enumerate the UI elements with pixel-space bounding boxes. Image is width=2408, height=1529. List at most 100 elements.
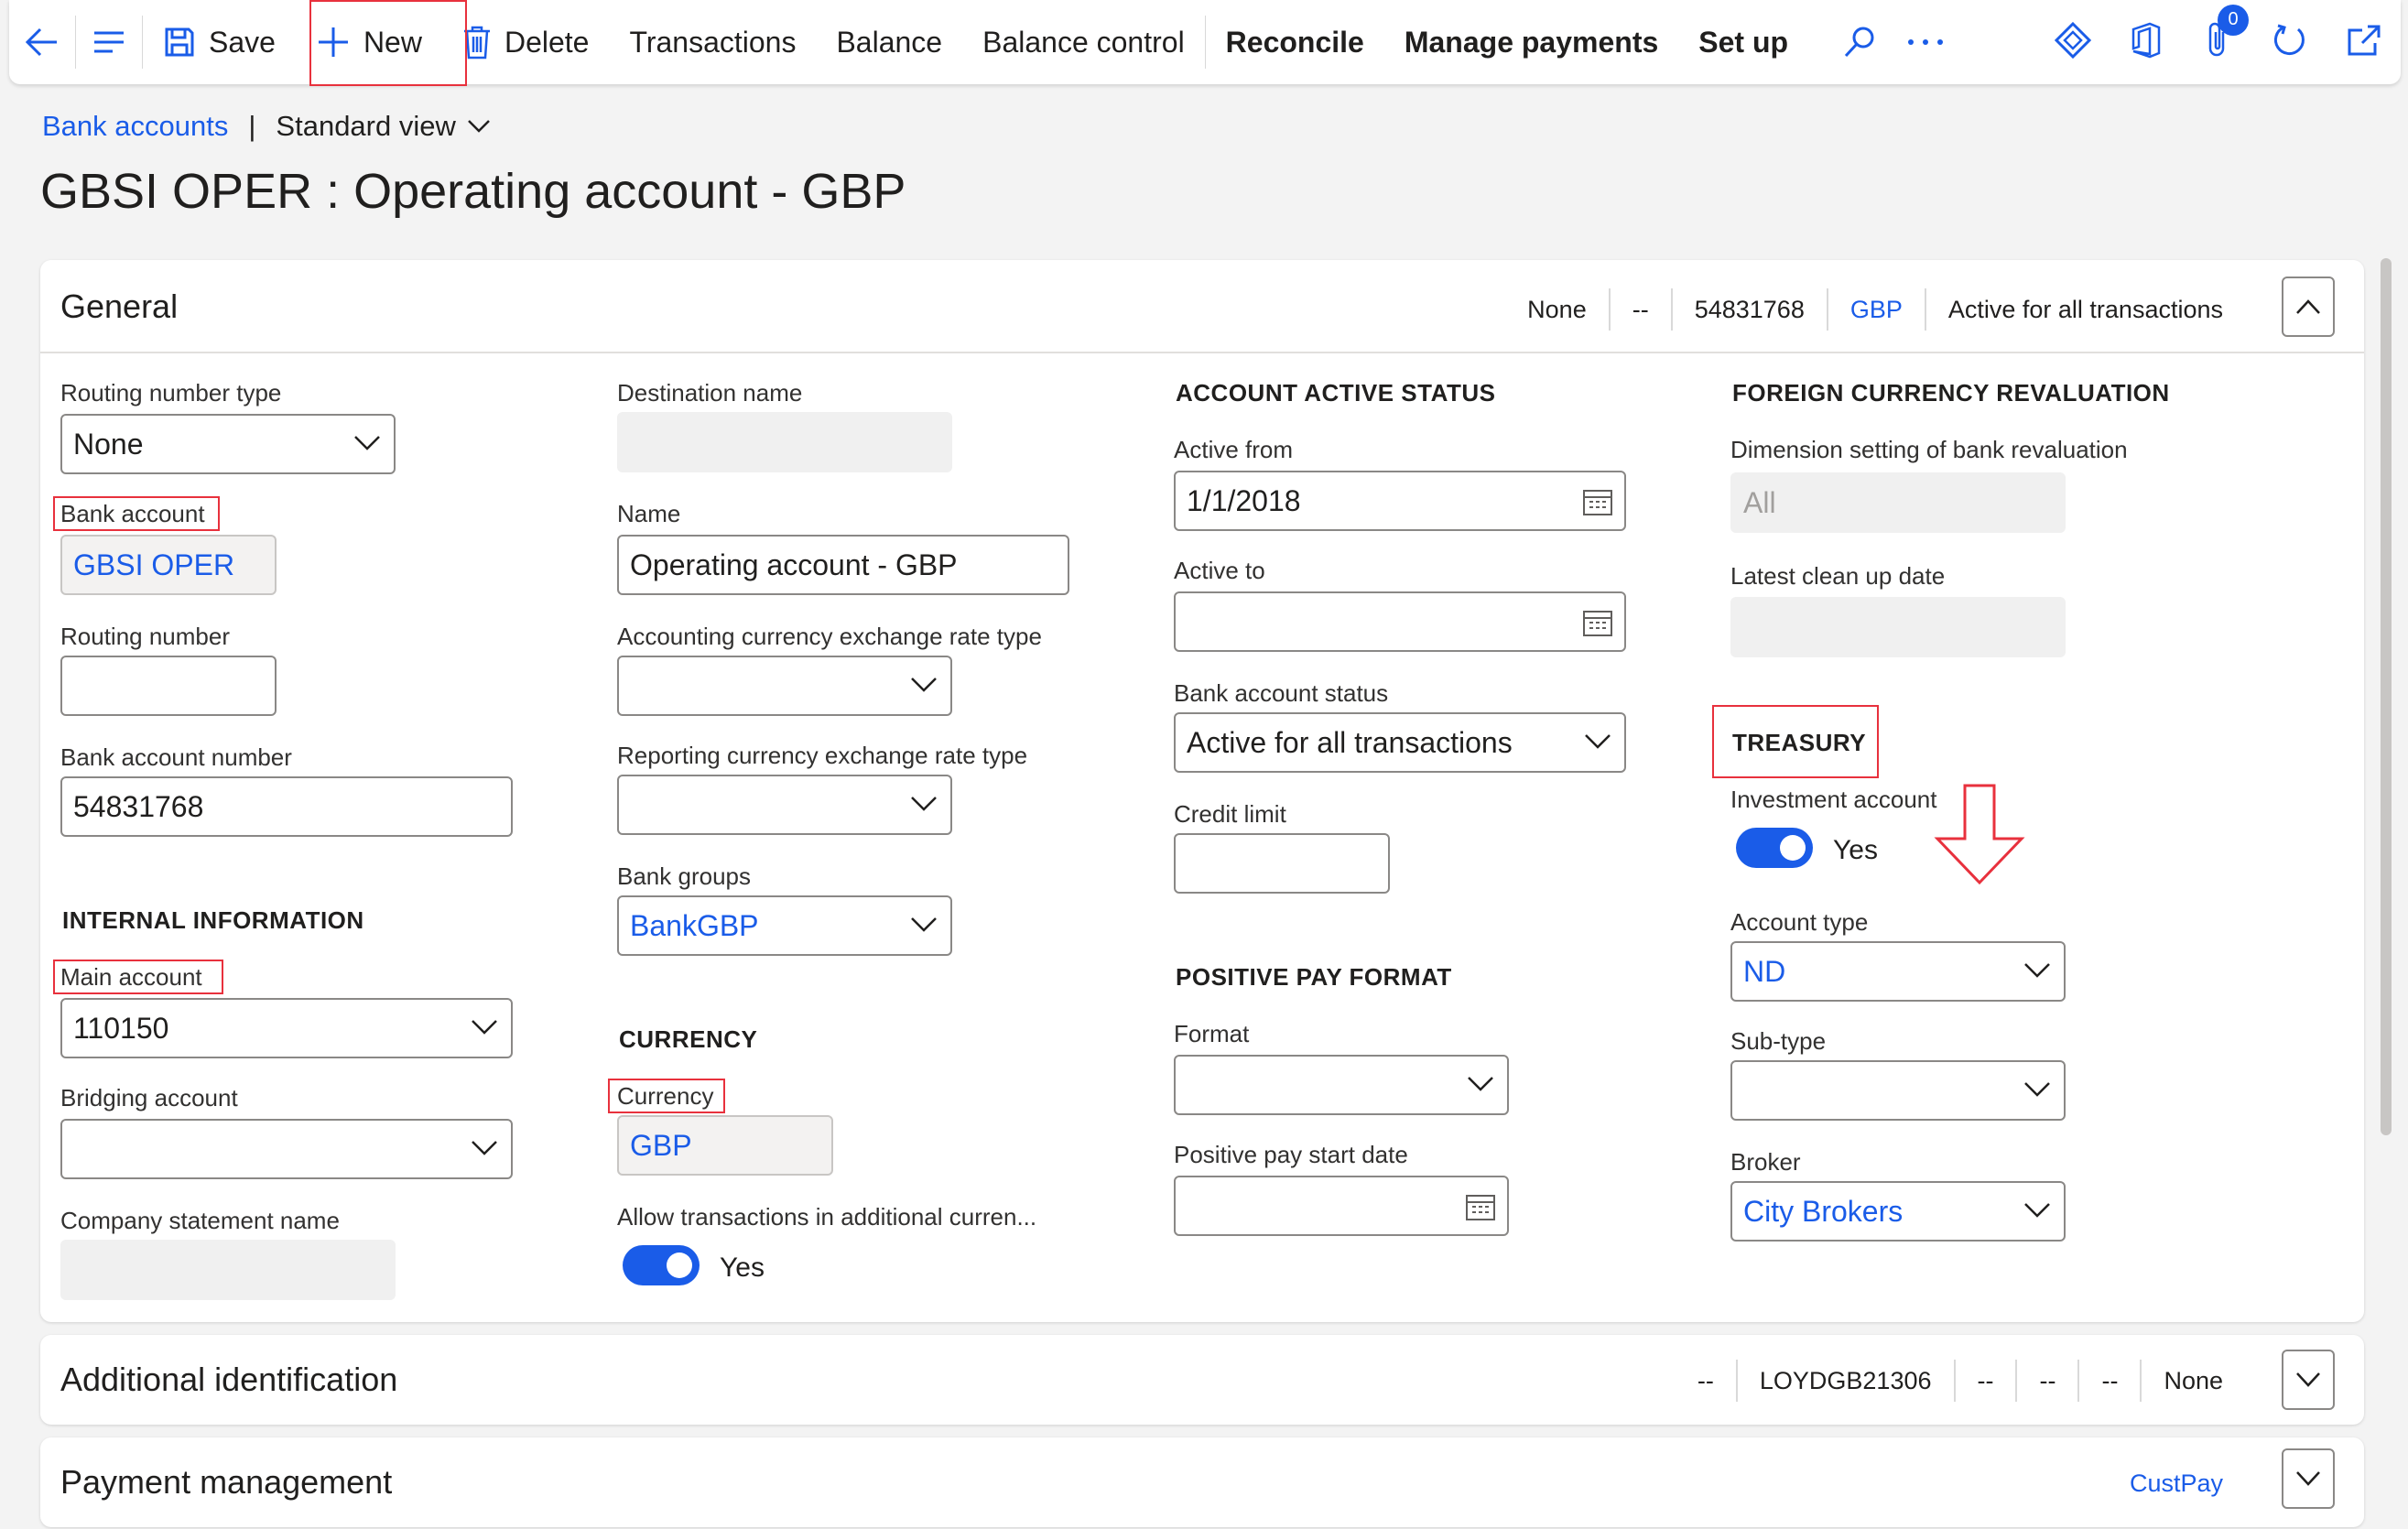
dimension-setting-field: All: [1730, 472, 2066, 533]
calendar-icon[interactable]: [1582, 487, 1613, 516]
vertical-scrollbar[interactable]: [2381, 258, 2392, 1135]
expand-additional-identification-button[interactable]: [2282, 1350, 2335, 1410]
account-type-value: ND: [1743, 954, 1786, 988]
summary-account-number: 54831768: [1694, 295, 1805, 323]
transactions-button[interactable]: Transactions: [609, 0, 816, 84]
balance-button[interactable]: Balance: [816, 0, 962, 84]
attachments-count-badge: 0: [2218, 4, 2249, 36]
main-account-value: 110150: [73, 1011, 169, 1045]
currency-header: CURRENCY: [619, 1025, 758, 1053]
reporting-rate-type-select[interactable]: [617, 775, 952, 835]
sub-type-label: Sub-type: [1730, 1027, 1827, 1055]
bank-account-status-select[interactable]: Active for all transactions: [1174, 712, 1626, 773]
format-label: Format: [1174, 1020, 1250, 1047]
bank-account-label-highlight: [53, 496, 220, 531]
investment-account-toggle[interactable]: [1736, 828, 1813, 868]
credit-limit-input[interactable]: [1174, 833, 1390, 894]
view-selector[interactable]: Standard view: [276, 110, 455, 143]
attachments-icon[interactable]: 0: [2201, 4, 2249, 64]
summary-swift: LOYDGB21306: [1759, 1366, 1932, 1394]
allow-additional-currencies-label: Allow transactions in additional curren.…: [617, 1203, 1037, 1231]
allow-additional-currencies-toggle[interactable]: [623, 1245, 700, 1285]
reconcile-tab[interactable]: Reconcile: [1206, 0, 1384, 84]
bank-account-number-input[interactable]: 54831768: [60, 776, 513, 837]
payment-management-summary: CustPay: [2108, 1454, 2245, 1513]
general-summary: None -- 54831768 GBP Active for all tran…: [1505, 280, 2245, 339]
chevron-down-icon: [911, 678, 937, 692]
down-arrow-annotation-icon: [1934, 784, 2025, 885]
calendar-icon[interactable]: [1465, 1192, 1496, 1221]
destination-name-label: Destination name: [617, 379, 803, 407]
chevron-down-icon: [472, 1020, 497, 1035]
treasury-header: TREASURY: [1732, 729, 1867, 756]
routing-number-input[interactable]: [60, 656, 277, 716]
open-in-new-window-icon[interactable]: [2346, 23, 2382, 62]
bank-account-status-label: Bank account status: [1174, 679, 1389, 707]
routing-number-type-select[interactable]: None: [60, 414, 396, 474]
active-from-input[interactable]: 1/1/2018: [1174, 471, 1626, 531]
additional-identification-header[interactable]: Additional identification: [60, 1361, 397, 1399]
active-to-input[interactable]: [1174, 591, 1626, 652]
chevron-down-icon: [2024, 1082, 2050, 1097]
refresh-icon[interactable]: [2271, 22, 2307, 63]
bank-account-status-value: Active for all transactions: [1187, 725, 1513, 759]
general-header[interactable]: General: [60, 287, 178, 326]
power-apps-icon[interactable]: [2054, 21, 2092, 63]
breadcrumb: Bank accounts | Standard view: [42, 110, 491, 143]
bank-account-field[interactable]: GBSI OPER: [60, 535, 277, 595]
back-icon[interactable]: [9, 0, 75, 84]
set-up-tab[interactable]: Set up: [1678, 0, 1808, 84]
additional-identification-fasttab: Additional identification -- LOYDGB21306…: [40, 1335, 2364, 1425]
account-type-label: Account type: [1730, 908, 1869, 936]
payment-management-fasttab: Payment management CustPay: [40, 1437, 2364, 1527]
account-active-status-header: ACCOUNT ACTIVE STATUS: [1176, 379, 1496, 407]
chevron-down-icon: [911, 917, 937, 932]
credit-limit-label: Credit limit: [1174, 800, 1286, 828]
manage-payments-tab[interactable]: Manage payments: [1384, 0, 1678, 84]
breadcrumb-separator: |: [248, 110, 256, 142]
payment-management-header[interactable]: Payment management: [60, 1463, 392, 1502]
calendar-icon[interactable]: [1582, 608, 1613, 637]
broker-label: Broker: [1730, 1148, 1801, 1176]
allow-additional-currencies-value: Yes: [720, 1252, 765, 1283]
search-icon[interactable]: [1827, 0, 1893, 84]
bridging-account-select[interactable]: [60, 1119, 513, 1179]
balance-control-button[interactable]: Balance control: [962, 0, 1205, 84]
divider: [40, 352, 2364, 353]
accounting-rate-type-select[interactable]: [617, 656, 952, 716]
positive-pay-format-header: POSITIVE PAY FORMAT: [1176, 963, 1452, 991]
latest-clean-up-date-label: Latest clean up date: [1730, 562, 1946, 590]
format-select[interactable]: [1174, 1055, 1509, 1115]
chevron-down-icon: [911, 797, 937, 811]
broker-select[interactable]: City Brokers: [1730, 1181, 2066, 1242]
summary-custpay-link[interactable]: CustPay: [2108, 1469, 2245, 1498]
positive-pay-start-date-input[interactable]: [1174, 1176, 1509, 1236]
menu-icon[interactable]: [76, 0, 142, 84]
latest-clean-up-date-field: [1730, 597, 2066, 657]
main-account-select[interactable]: 110150: [60, 998, 513, 1058]
bridging-account-label: Bridging account: [60, 1084, 238, 1112]
breadcrumb-bank-accounts-link[interactable]: Bank accounts: [42, 110, 228, 143]
save-button[interactable]: Save: [143, 0, 296, 84]
currency-field[interactable]: GBP: [617, 1115, 833, 1176]
summary-routing: None: [1527, 295, 1587, 323]
broker-value: City Brokers: [1743, 1194, 1904, 1228]
expand-payment-management-button[interactable]: [2282, 1448, 2335, 1509]
delete-button[interactable]: Delete: [442, 0, 610, 84]
name-input[interactable]: Operating account - GBP: [617, 535, 1069, 595]
more-options-icon[interactable]: [1893, 0, 1958, 84]
page-title: GBSI OPER : Operating account - GBP: [40, 164, 906, 219]
sub-type-select[interactable]: [1730, 1060, 2066, 1121]
account-type-select[interactable]: ND: [1730, 941, 2066, 1002]
positive-pay-start-date-label: Positive pay start date: [1174, 1141, 1408, 1168]
save-label: Save: [209, 25, 276, 59]
collapse-general-button[interactable]: [2282, 277, 2335, 337]
office-icon[interactable]: [2130, 22, 2163, 63]
active-from-label: Active from: [1174, 436, 1294, 463]
summary-currency[interactable]: GBP: [1828, 296, 1925, 324]
summary-field-6: None: [2164, 1366, 2223, 1394]
bank-groups-select[interactable]: BankGBP: [617, 895, 952, 956]
summary-field-4: --: [2039, 1366, 2056, 1394]
internal-information-header: INTERNAL INFORMATION: [62, 906, 364, 934]
chevron-down-icon[interactable]: [467, 119, 491, 134]
